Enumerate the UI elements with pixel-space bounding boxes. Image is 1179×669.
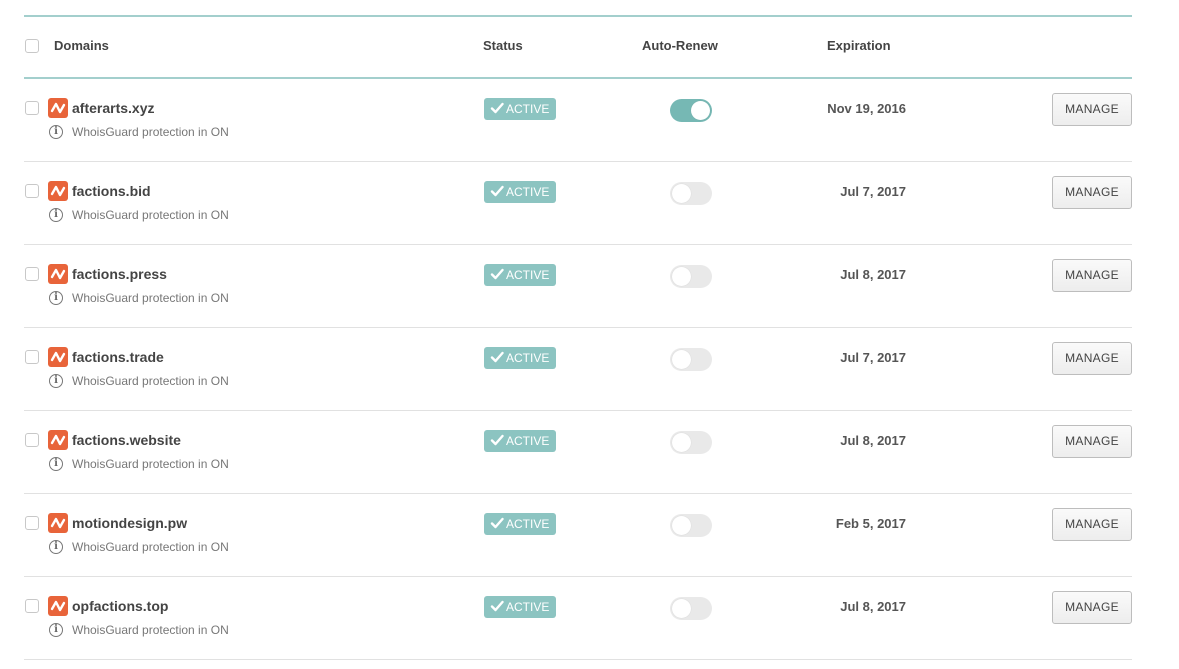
namecheap-logo-icon <box>48 181 68 201</box>
toggle-knob <box>672 350 691 369</box>
whoisguard-status-text: WhoisGuard protection in ON <box>72 540 229 554</box>
toggle-knob <box>672 516 691 535</box>
header-domains[interactable]: Domains <box>54 38 109 53</box>
namecheap-logo-icon <box>48 264 68 284</box>
namecheap-logo-icon <box>48 513 68 533</box>
toggle-knob <box>672 184 691 203</box>
toggle-knob <box>672 599 691 618</box>
check-icon <box>490 102 504 114</box>
manage-button[interactable]: MANAGE <box>1052 93 1132 126</box>
namecheap-logo-icon <box>48 98 68 118</box>
table-row: factions.press i WhoisGuard protection i… <box>24 245 1132 328</box>
check-icon <box>490 185 504 197</box>
info-icon[interactable]: i <box>49 374 63 388</box>
auto-renew-toggle[interactable] <box>670 182 712 205</box>
table-row: factions.website i WhoisGuard protection… <box>24 411 1132 494</box>
check-icon <box>490 434 504 446</box>
domain-name-link[interactable]: afterarts.xyz <box>72 100 155 116</box>
table-header: Domains Status Auto-Renew Expiration <box>24 17 1132 77</box>
domain-name-link[interactable]: opfactions.top <box>72 598 168 614</box>
row-select-checkbox[interactable] <box>25 516 39 530</box>
header-expiration[interactable]: Expiration <box>827 38 891 53</box>
status-badge: ACTIVE <box>484 596 556 618</box>
auto-renew-toggle[interactable] <box>670 431 712 454</box>
domain-name-link[interactable]: motiondesign.pw <box>72 515 187 531</box>
namecheap-logo-icon <box>48 347 68 367</box>
manage-button[interactable]: MANAGE <box>1052 176 1132 209</box>
domain-name-link[interactable]: factions.bid <box>72 183 151 199</box>
info-icon[interactable]: i <box>49 291 63 305</box>
manage-button[interactable]: MANAGE <box>1052 425 1132 458</box>
expiration-date: Feb 5, 2017 <box>835 516 906 531</box>
check-icon <box>490 600 504 612</box>
manage-button[interactable]: MANAGE <box>1052 591 1132 624</box>
row-divider <box>24 659 1132 660</box>
auto-renew-toggle[interactable] <box>670 99 712 122</box>
table-row: factions.bid i WhoisGuard protection in … <box>24 162 1132 245</box>
check-icon <box>490 268 504 280</box>
expiration-date: Jul 8, 2017 <box>840 599 906 614</box>
status-badge-label: ACTIVE <box>506 517 550 531</box>
manage-button[interactable]: MANAGE <box>1052 508 1132 541</box>
auto-renew-toggle[interactable] <box>670 597 712 620</box>
table-row: factions.trade i WhoisGuard protection i… <box>24 328 1132 411</box>
row-select-checkbox[interactable] <box>25 433 39 447</box>
status-badge: ACTIVE <box>484 98 556 120</box>
whoisguard-status-text: WhoisGuard protection in ON <box>72 125 229 139</box>
auto-renew-toggle[interactable] <box>670 348 712 371</box>
expiration-date: Jul 7, 2017 <box>840 184 906 199</box>
status-badge: ACTIVE <box>484 264 556 286</box>
info-icon[interactable]: i <box>49 457 63 471</box>
whoisguard-status-text: WhoisGuard protection in ON <box>72 208 229 222</box>
toggle-knob <box>672 267 691 286</box>
namecheap-logo-icon <box>48 430 68 450</box>
status-badge: ACTIVE <box>484 347 556 369</box>
row-select-checkbox[interactable] <box>25 184 39 198</box>
header-auto-renew[interactable]: Auto-Renew <box>642 38 718 53</box>
domain-name-link[interactable]: factions.trade <box>72 349 164 365</box>
auto-renew-toggle[interactable] <box>670 514 712 537</box>
table-row: opfactions.top i WhoisGuard protection i… <box>24 577 1132 660</box>
row-select-checkbox[interactable] <box>25 599 39 613</box>
status-badge: ACTIVE <box>484 430 556 452</box>
whoisguard-status-text: WhoisGuard protection in ON <box>72 374 229 388</box>
whoisguard-status-text: WhoisGuard protection in ON <box>72 291 229 305</box>
info-icon[interactable]: i <box>49 208 63 222</box>
expiration-date: Nov 19, 2016 <box>827 101 906 116</box>
select-all-checkbox[interactable] <box>25 39 39 53</box>
domain-name-link[interactable]: factions.press <box>72 266 167 282</box>
auto-renew-toggle[interactable] <box>670 265 712 288</box>
manage-button[interactable]: MANAGE <box>1052 342 1132 375</box>
status-badge-label: ACTIVE <box>506 600 550 614</box>
status-badge-label: ACTIVE <box>506 102 550 116</box>
manage-button[interactable]: MANAGE <box>1052 259 1132 292</box>
status-badge-label: ACTIVE <box>506 268 550 282</box>
toggle-knob <box>672 433 691 452</box>
check-icon <box>490 351 504 363</box>
status-badge-label: ACTIVE <box>506 434 550 448</box>
expiration-date: Jul 8, 2017 <box>840 433 906 448</box>
info-icon[interactable]: i <box>49 623 63 637</box>
row-select-checkbox[interactable] <box>25 267 39 281</box>
domain-name-link[interactable]: factions.website <box>72 432 181 448</box>
whoisguard-status-text: WhoisGuard protection in ON <box>72 457 229 471</box>
status-badge: ACTIVE <box>484 513 556 535</box>
namecheap-logo-icon <box>48 596 68 616</box>
status-badge-label: ACTIVE <box>506 351 550 365</box>
row-select-checkbox[interactable] <box>25 101 39 115</box>
info-icon[interactable]: i <box>49 125 63 139</box>
info-icon[interactable]: i <box>49 540 63 554</box>
status-badge: ACTIVE <box>484 181 556 203</box>
check-icon <box>490 517 504 529</box>
row-select-checkbox[interactable] <box>25 350 39 364</box>
expiration-date: Jul 8, 2017 <box>840 267 906 282</box>
header-status[interactable]: Status <box>483 38 523 53</box>
table-row: afterarts.xyz i WhoisGuard protection in… <box>24 79 1132 162</box>
status-badge-label: ACTIVE <box>506 185 550 199</box>
table-row: motiondesign.pw i WhoisGuard protection … <box>24 494 1132 577</box>
expiration-date: Jul 7, 2017 <box>840 350 906 365</box>
whoisguard-status-text: WhoisGuard protection in ON <box>72 623 229 637</box>
toggle-knob <box>691 101 710 120</box>
